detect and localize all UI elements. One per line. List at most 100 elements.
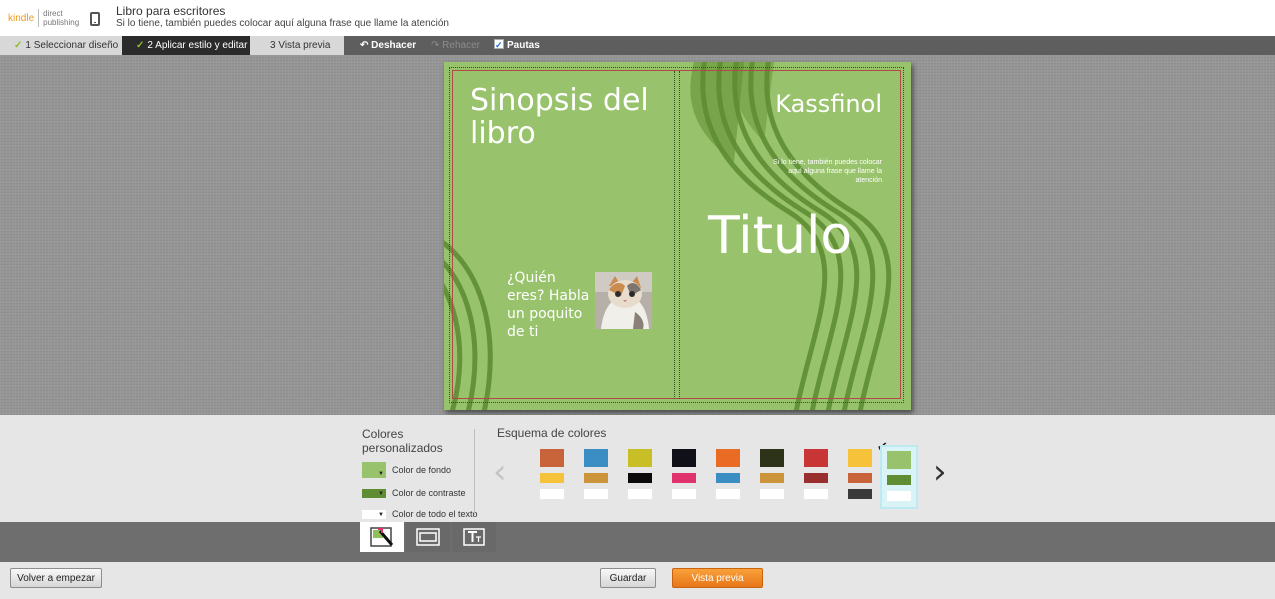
color-scheme-option[interactable] bbox=[539, 449, 565, 499]
step-label: 2 Aplicar estilo y editar bbox=[147, 40, 248, 51]
kdp-logo[interactable]: kindle direct publishing bbox=[8, 8, 79, 28]
scheme-swatch-c1 bbox=[584, 449, 608, 467]
bg-color-label: Color de fondo bbox=[392, 465, 452, 475]
color-scheme-option[interactable] bbox=[759, 449, 785, 499]
tablet-icon bbox=[90, 12, 100, 26]
scheme-swatch-c2 bbox=[540, 473, 564, 483]
redo-icon: ↷ bbox=[431, 40, 440, 51]
author-name[interactable]: Kassfinol bbox=[756, 90, 882, 118]
author-photo[interactable] bbox=[595, 272, 652, 329]
scheme-swatch-c2 bbox=[848, 473, 872, 483]
cover-tagline[interactable]: Si lo tiene, también puedes colocar aquí… bbox=[772, 158, 882, 185]
text-color-swatch[interactable]: ▼ bbox=[362, 509, 386, 519]
scheme-swatch-c3 bbox=[628, 489, 652, 499]
layout-icon bbox=[416, 528, 440, 546]
contrast-color-label: Color de contraste bbox=[392, 488, 466, 498]
undo-button[interactable]: ↶ Deshacer bbox=[360, 36, 416, 55]
bg-color-swatch[interactable]: ▼ bbox=[362, 462, 386, 478]
project-title: Libro para escritores bbox=[116, 4, 226, 18]
undo-label: Deshacer bbox=[371, 40, 417, 51]
guides-checkbox[interactable] bbox=[494, 36, 504, 55]
guides-toggle[interactable]: Pautas bbox=[494, 36, 540, 55]
scheme-swatch-c1 bbox=[848, 449, 872, 467]
step-preview[interactable]: 3 Vista previa bbox=[250, 36, 344, 55]
panel-divider bbox=[474, 429, 475, 515]
tab-layout[interactable] bbox=[406, 522, 450, 552]
color-scheme-option[interactable] bbox=[627, 449, 653, 499]
paint-palette-icon bbox=[370, 527, 394, 547]
scheme-prev-arrow-icon[interactable]: ‹ bbox=[493, 455, 507, 489]
book-title[interactable]: Titulo bbox=[708, 206, 852, 266]
logo-divider bbox=[38, 9, 40, 27]
editor-tabbar bbox=[0, 522, 1275, 562]
scheme-swatch-c1 bbox=[716, 449, 740, 467]
book-cover[interactable]: Sinopsis del libro Kassfinol Si lo tiene… bbox=[444, 62, 911, 410]
logo-line-1: direct bbox=[43, 9, 63, 18]
scheme-swatch-c2 bbox=[584, 473, 608, 483]
scheme-swatch-c2 bbox=[760, 473, 784, 483]
redo-button[interactable]: ↷ Rehacer bbox=[431, 36, 480, 55]
scheme-swatch-c3 bbox=[540, 489, 564, 499]
tab-text[interactable] bbox=[452, 522, 496, 552]
cat-photo-image bbox=[595, 272, 652, 329]
scheme-swatch-c3 bbox=[584, 489, 608, 499]
scheme-swatch-c3 bbox=[672, 489, 696, 499]
scheme-swatch-c1 bbox=[672, 449, 696, 467]
logo-line-2: publishing bbox=[43, 18, 80, 27]
color-scheme-option[interactable] bbox=[803, 449, 829, 499]
tab-colors[interactable] bbox=[360, 522, 404, 552]
back-cover-synopsis-heading[interactable]: Sinopsis del libro bbox=[470, 84, 660, 150]
text-icon bbox=[463, 528, 485, 546]
scheme-swatch-c2 bbox=[672, 473, 696, 483]
scheme-swatch-c2 bbox=[887, 475, 911, 485]
dropdown-arrow-icon: ▼ bbox=[378, 471, 384, 477]
scheme-swatch-c3 bbox=[848, 489, 872, 499]
step-label: 1 Seleccionar diseño bbox=[25, 40, 119, 51]
scheme-swatch-c3 bbox=[887, 491, 911, 501]
author-bio-text[interactable]: ¿Quién eres? Habla un poquito de ti bbox=[507, 269, 597, 341]
step-toolbar: ✓ 1 Seleccionar diseño ✓ 2 Aplicar estilo … bbox=[0, 36, 1275, 55]
preview-button[interactable]: Vista previa bbox=[672, 568, 763, 588]
scheme-swatch-c1 bbox=[804, 449, 828, 467]
step-label: 3 Vista previa bbox=[270, 40, 331, 51]
scheme-swatch-c2 bbox=[628, 473, 652, 483]
contrast-color-row[interactable]: ▼ Color de contraste bbox=[362, 484, 466, 502]
scheme-swatch-c2 bbox=[716, 473, 740, 483]
color-scheme-option[interactable] bbox=[671, 449, 697, 499]
logo-kindle-text: kindle bbox=[8, 12, 35, 24]
scheme-swatch-c3 bbox=[716, 489, 740, 499]
color-scheme-option[interactable] bbox=[583, 449, 609, 499]
save-button[interactable]: Guardar bbox=[600, 568, 656, 588]
bg-color-row[interactable]: ▼ Color de fondo bbox=[362, 461, 451, 479]
logo-dp-text: direct publishing bbox=[43, 9, 79, 27]
guides-label: Pautas bbox=[507, 40, 540, 51]
scheme-swatch-c3 bbox=[804, 489, 828, 499]
spine-guide bbox=[674, 71, 680, 399]
contrast-color-swatch[interactable]: ▼ bbox=[362, 488, 386, 498]
scheme-next-arrow-icon[interactable]: › bbox=[933, 455, 947, 489]
step-select-design[interactable]: ✓ 1 Seleccionar diseño bbox=[0, 36, 122, 55]
scheme-swatch-c1 bbox=[760, 449, 784, 467]
scheme-swatch-c2 bbox=[804, 473, 828, 483]
text-color-row[interactable]: ▼ Color de todo el texto bbox=[362, 505, 478, 523]
color-scheme-heading: Esquema de colores bbox=[497, 426, 607, 440]
style-panel: Colores personalizados ▼ Color de fondo … bbox=[0, 415, 1275, 522]
check-icon: ✓ bbox=[14, 40, 23, 51]
text-color-label: Color de todo el texto bbox=[392, 509, 478, 519]
restart-button[interactable]: Volver a empezar bbox=[10, 568, 102, 588]
undo-icon: ↶ bbox=[360, 40, 369, 51]
project-subtitle: Si lo tiene, también puedes colocar aquí… bbox=[116, 18, 449, 29]
scheme-swatch-c1 bbox=[887, 451, 911, 469]
scheme-swatch-c1 bbox=[540, 449, 564, 467]
color-scheme-option[interactable] bbox=[847, 449, 873, 499]
custom-colors-heading: Colores personalizados bbox=[362, 427, 443, 455]
color-scheme-option[interactable] bbox=[715, 449, 741, 499]
dropdown-arrow-icon: ▼ bbox=[378, 511, 384, 518]
scheme-swatch-c3 bbox=[760, 489, 784, 499]
color-scheme-option[interactable] bbox=[880, 445, 918, 509]
app-header: kindle direct publishing Libro para escr… bbox=[0, 0, 1275, 36]
check-icon: ✓ bbox=[136, 40, 145, 51]
scheme-swatch-c1 bbox=[628, 449, 652, 467]
step-apply-style[interactable]: ✓ 2 Aplicar estilo y editar bbox=[122, 36, 250, 55]
dropdown-arrow-icon: ▼ bbox=[378, 490, 384, 497]
